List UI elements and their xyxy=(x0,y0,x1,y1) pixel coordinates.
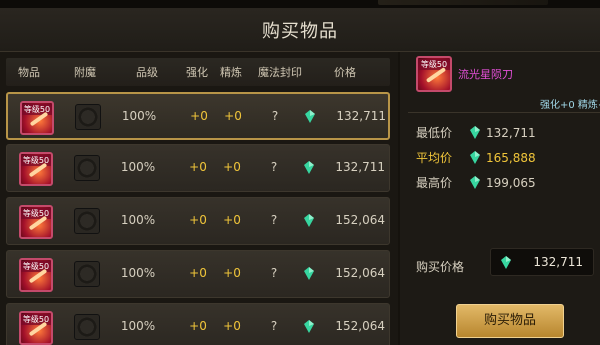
enchant-slot-icon xyxy=(75,104,101,130)
avg-price-value: 165,888 xyxy=(486,151,536,165)
min-price-stat: 最低价 132,711 xyxy=(416,124,536,141)
avg-price-label: 平均价 xyxy=(416,151,453,165)
close-icon[interactable] xyxy=(564,14,594,44)
sword-icon: 等级50 xyxy=(20,101,54,135)
table-row[interactable]: 等级50 100% +0 +0 ? 132,711 xyxy=(6,92,390,140)
gem-icon xyxy=(470,151,480,164)
quality-value: 100% xyxy=(120,266,156,280)
max-price-stat: 最高价 199,065 xyxy=(416,174,536,191)
avg-price-stat: 平均价 165,888 xyxy=(416,149,536,166)
window-header: 购买物品 xyxy=(0,8,600,52)
window-title: 购买物品 xyxy=(262,21,338,42)
enchant-slot-icon xyxy=(74,314,100,340)
gem-icon xyxy=(501,256,511,269)
gem-icon xyxy=(470,176,480,189)
table-row[interactable]: 等级50 100% +0 +0 ? 152,064 xyxy=(6,303,390,345)
gem-icon xyxy=(304,320,314,333)
sword-icon: 等级50 xyxy=(416,56,452,92)
top-strip-ghost xyxy=(378,0,548,5)
item-name: 流光星陨刀 xyxy=(458,68,513,81)
strengthen-value: +0 xyxy=(189,266,207,280)
table-row[interactable]: 等级50 100% +0 +0 ? 132,711 xyxy=(6,144,390,192)
buy-price-label: 购买价格 xyxy=(416,260,465,274)
gem-icon xyxy=(305,110,315,123)
price-value: 152,064 xyxy=(335,213,385,227)
refine-value: +0 xyxy=(223,266,241,280)
gem-icon xyxy=(304,267,314,280)
buy-price-field[interactable]: 132,711 xyxy=(490,248,594,276)
refine-value: +0 xyxy=(223,213,241,227)
seal-value: ? xyxy=(270,160,278,174)
sword-icon: 等级50 xyxy=(19,152,53,186)
seal-value: ? xyxy=(270,213,278,227)
sword-icon: 等级50 xyxy=(19,258,53,292)
gem-icon xyxy=(304,161,314,174)
divider xyxy=(408,112,600,113)
quality-value: 100% xyxy=(121,109,157,123)
buy-price-value: 132,711 xyxy=(533,255,583,269)
top-strip xyxy=(0,0,600,8)
table-row[interactable]: 等级50 100% +0 +0 ? 152,064 xyxy=(6,250,390,298)
refine-value: +0 xyxy=(224,109,242,123)
detail-panel: 等级50 流光星陨刀 强化+0 精炼+ 最低价 132,711 平均价 165,88… xyxy=(400,52,600,345)
col-refine: 精炼 xyxy=(220,66,242,79)
enchant-slot-icon xyxy=(74,261,100,287)
strengthen-value: +0 xyxy=(189,213,207,227)
item-attributes: 强化+0 精炼+ xyxy=(540,100,600,111)
strengthen-value: +0 xyxy=(190,109,208,123)
price-value: 132,711 xyxy=(336,109,386,123)
col-seal: 魔法封印 xyxy=(258,66,302,79)
refine-value: +0 xyxy=(223,160,241,174)
col-strengthen: 强化 xyxy=(186,66,208,79)
buy-item-button[interactable]: 购买物品 xyxy=(456,304,564,338)
enchant-slot-icon xyxy=(74,155,100,181)
listing-panel: 物品 附魔 品级 强化 精炼 魔法封印 价格 等级50 100% +0 +0 ?… xyxy=(0,52,398,345)
quality-value: 100% xyxy=(120,319,156,333)
seal-value: ? xyxy=(271,109,279,123)
price-value: 132,711 xyxy=(335,160,385,174)
seal-value: ? xyxy=(270,266,278,280)
enchant-slot-icon xyxy=(74,208,100,234)
refine-value: +0 xyxy=(223,319,241,333)
sword-icon: 等级50 xyxy=(19,311,53,345)
col-quality: 品级 xyxy=(136,66,158,79)
col-item: 物品 xyxy=(18,66,40,79)
col-price: 价格 xyxy=(334,66,356,79)
seal-value: ? xyxy=(270,319,278,333)
gem-icon xyxy=(470,126,480,139)
price-value: 152,064 xyxy=(335,266,385,280)
strengthen-value: +0 xyxy=(189,319,207,333)
quality-value: 100% xyxy=(120,160,156,174)
table-row[interactable]: 等级50 100% +0 +0 ? 152,064 xyxy=(6,197,390,245)
col-enchant: 附魔 xyxy=(74,66,96,79)
min-price-value: 132,711 xyxy=(486,126,536,140)
gem-icon xyxy=(304,214,314,227)
max-price-value: 199,065 xyxy=(486,176,536,190)
sword-icon: 等级50 xyxy=(19,205,53,239)
min-price-label: 最低价 xyxy=(416,126,453,140)
max-price-label: 最高价 xyxy=(416,176,453,190)
table-header: 物品 附魔 品级 强化 精炼 魔法封印 价格 xyxy=(6,58,390,86)
strengthen-value: +0 xyxy=(189,160,207,174)
price-value: 152,064 xyxy=(335,319,385,333)
quality-value: 100% xyxy=(120,213,156,227)
